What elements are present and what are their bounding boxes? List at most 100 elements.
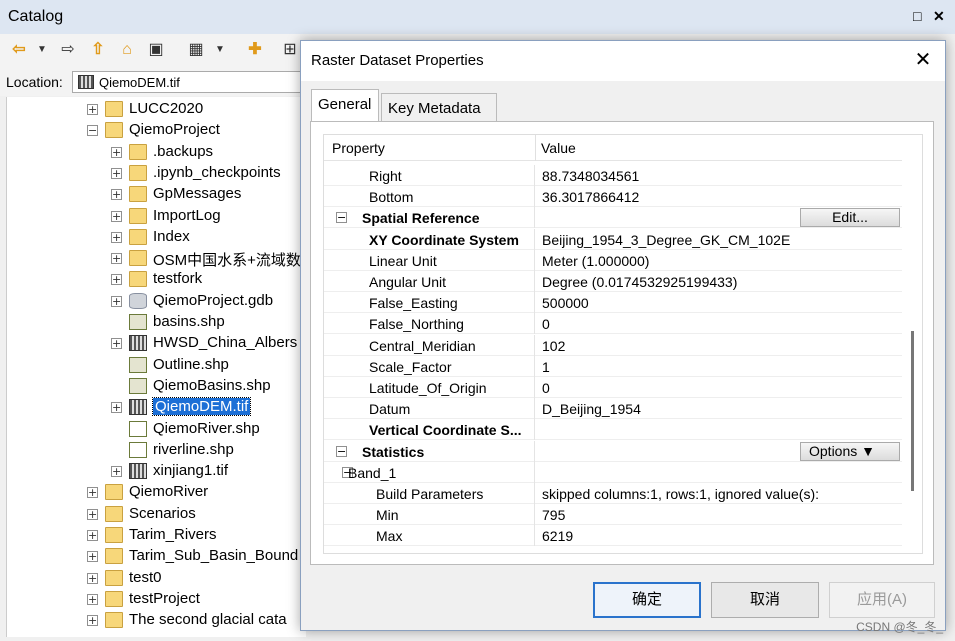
tree-item[interactable]: + QiemoProject.gdb xyxy=(7,292,306,313)
tree-item[interactable]: + .backups xyxy=(7,143,306,164)
restore-icon[interactable]: □ xyxy=(913,8,921,24)
expand-icon[interactable]: + xyxy=(111,402,122,414)
up-one-level-icon[interactable]: ⇧ xyxy=(88,39,108,61)
catalog-tree[interactable]: + LUCC2020 − QiemoProject + .backups + .ipynb_c… xyxy=(6,97,306,637)
tree-item[interactable]: + testProject xyxy=(7,590,306,611)
ok-button[interactable]: 确定 xyxy=(593,582,701,618)
expand-icon[interactable]: + xyxy=(111,189,122,201)
tab-key-metadata[interactable]: Key Metadata xyxy=(381,93,497,121)
close-icon[interactable]: ✕ xyxy=(911,49,935,69)
collapse-icon[interactable]: − xyxy=(87,125,98,137)
tree-item[interactable]: + QiemoRiver xyxy=(7,483,306,504)
tree-item[interactable]: + OSM中国水系+流域数 xyxy=(7,249,306,270)
tree-item[interactable]: − QiemoProject xyxy=(7,121,306,142)
property-row[interactable]: False_Northing 0 xyxy=(324,313,902,335)
tree-item[interactable]: + The second glacial cata xyxy=(7,611,306,632)
expand-icon[interactable]: + xyxy=(87,615,98,627)
disconnect-folder-icon[interactable]: ▣ xyxy=(146,39,166,61)
expand-icon[interactable]: + xyxy=(111,167,122,179)
property-name: Linear Unit xyxy=(369,252,437,269)
tree-item[interactable]: + Scenarios xyxy=(7,505,306,526)
property-name: False_Northing xyxy=(369,316,464,333)
expand-icon[interactable]: + xyxy=(111,466,122,478)
home-icon[interactable]: ⌂ xyxy=(116,39,138,61)
location-input[interactable]: QiemoDEM.tif xyxy=(72,71,312,93)
collapse-icon[interactable]: − xyxy=(336,445,347,457)
tree-item[interactable]: + Index xyxy=(7,228,306,249)
column-separator[interactable] xyxy=(535,135,536,161)
property-row[interactable]: Angular Unit Degree (0.0174532925199433) xyxy=(324,271,902,292)
expand-icon[interactable]: + xyxy=(87,593,98,605)
property-row[interactable]: Bottom 36.3017866412 xyxy=(324,186,902,208)
connect-folder-icon[interactable]: ✚ xyxy=(244,39,266,61)
tree-item[interactable]: riverline.shp xyxy=(7,441,306,462)
tree-item[interactable]: + Tarim_Rivers xyxy=(7,526,306,547)
tree-item[interactable]: + QiemoDEM.tif xyxy=(7,397,306,419)
property-row[interactable]: Scale_Factor 1 xyxy=(324,355,902,377)
property-row[interactable]: Datum D_Beijing_1954 xyxy=(324,398,902,420)
expand-icon[interactable]: + xyxy=(111,146,122,158)
cancel-button[interactable]: 取消 xyxy=(711,582,819,618)
tree-item[interactable]: + ImportLog xyxy=(7,207,306,228)
tree-item[interactable]: + test0 xyxy=(7,569,306,590)
vertical-scrollbar[interactable] xyxy=(902,135,922,553)
expand-icon[interactable]: + xyxy=(87,487,98,499)
tree-item[interactable]: + Tarim_Sub_Basin_Bound xyxy=(7,547,306,568)
property-row[interactable]: Vertical Coordinate S... xyxy=(324,419,902,441)
tree-item[interactable]: Outline.shp xyxy=(7,356,306,377)
tree-item-label: basins.shp xyxy=(153,313,225,330)
expand-icon[interactable]: + xyxy=(111,253,122,265)
tree-item[interactable]: basins.shp xyxy=(7,313,306,334)
scrollbar-thumb[interactable] xyxy=(911,331,914,491)
property-row[interactable]: False_Easting 500000 xyxy=(324,292,902,314)
property-row[interactable]: XY Coordinate System Beijing_1954_3_Degre… xyxy=(324,228,902,250)
tree-item[interactable]: + .ipynb_checkpoints xyxy=(7,164,306,185)
tab-general[interactable]: General xyxy=(311,89,379,121)
tree-item[interactable]: + xinjiang1.tif xyxy=(7,462,306,483)
expand-icon[interactable]: + xyxy=(111,210,122,222)
tree-item[interactable]: + LUCC2020 xyxy=(7,100,306,121)
property-row[interactable]: − Statistics Options ▼ xyxy=(324,440,902,462)
grid-header: Property Value xyxy=(324,135,912,161)
tree-item[interactable]: + GpMessages xyxy=(7,185,306,206)
back-icon[interactable]: ⇦ xyxy=(10,39,28,61)
property-row[interactable]: Central_Meridian 102 xyxy=(324,334,902,356)
collapse-icon[interactable]: − xyxy=(336,212,347,224)
property-row[interactable]: Build Parameters skipped columns:1, rows:… xyxy=(324,483,902,504)
tree-item[interactable]: QiemoRiver.shp xyxy=(7,420,306,441)
property-row[interactable]: Min 795 xyxy=(324,504,902,526)
forward-icon[interactable]: ⇨ xyxy=(58,39,78,61)
property-row[interactable]: Max 6219 xyxy=(324,525,902,547)
apply-button[interactable]: 应用(A) xyxy=(829,582,935,618)
property-row[interactable]: Right 88.7348034561 xyxy=(324,165,902,186)
tree-item-label: xinjiang1.tif xyxy=(153,462,229,480)
expand-icon[interactable]: + xyxy=(87,572,98,584)
folder-icon xyxy=(105,548,123,565)
expand-icon[interactable]: + xyxy=(111,231,122,243)
options-button[interactable]: Options ▼ xyxy=(800,441,900,461)
tree-item[interactable]: + testfork xyxy=(7,270,306,291)
toc-icon[interactable]: ⊞ xyxy=(282,39,298,61)
expand-icon[interactable]: + xyxy=(87,508,98,520)
expand-icon[interactable]: + xyxy=(111,338,122,350)
property-value: 500000 xyxy=(542,295,589,312)
tree-item[interactable]: QiemoBasins.shp xyxy=(7,377,306,398)
view-list-icon[interactable]: ▦ xyxy=(185,39,207,61)
property-row[interactable]: Linear Unit Meter (1.000000) xyxy=(324,249,902,271)
view-dropdown-icon[interactable]: ▼ xyxy=(214,39,226,61)
polygon-shapefile-icon xyxy=(129,314,147,330)
expand-icon[interactable]: + xyxy=(111,274,122,286)
edit-button[interactable]: Edit... xyxy=(800,208,900,228)
expand-icon[interactable]: + xyxy=(111,295,122,307)
property-row[interactable]: − Band_1 xyxy=(324,461,902,483)
expand-icon[interactable]: + xyxy=(87,104,98,115)
tree-item-label: Index xyxy=(153,227,190,245)
tree-item[interactable]: + HWSD_China_Albers xyxy=(7,334,306,355)
property-cell: Angular Unit xyxy=(324,271,535,292)
expand-icon[interactable]: + xyxy=(87,530,98,541)
close-icon[interactable]: ✕ xyxy=(933,8,945,25)
property-row[interactable]: − Spatial Reference Edit... xyxy=(324,207,902,229)
back-dropdown-icon[interactable]: ▼ xyxy=(36,39,48,61)
property-row[interactable]: Latitude_Of_Origin 0 xyxy=(324,377,902,398)
expand-icon[interactable]: + xyxy=(87,551,98,563)
